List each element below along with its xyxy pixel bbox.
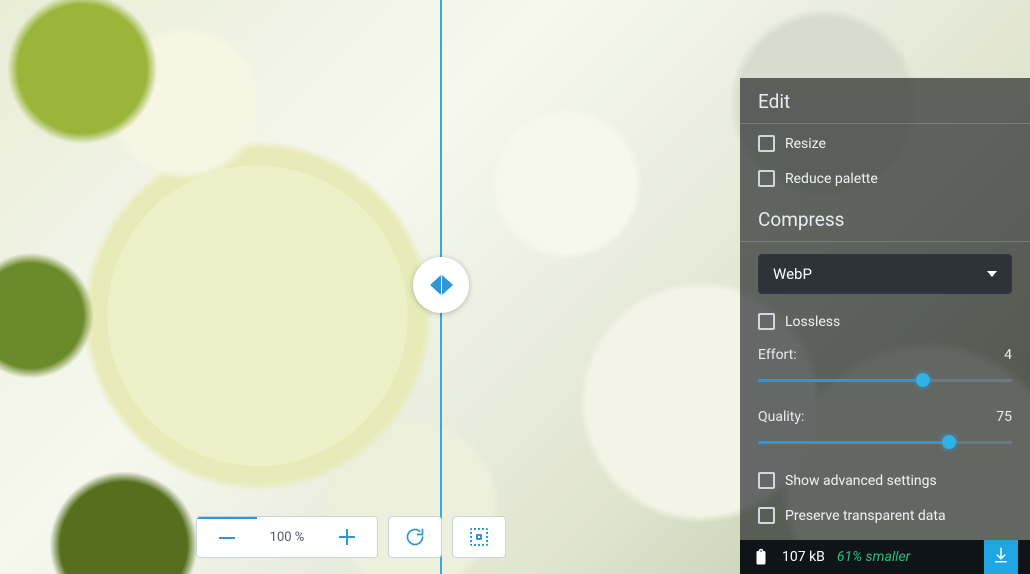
effort-value: 4 [1004, 347, 1012, 363]
clipboard-icon [752, 548, 770, 566]
arrow-right-icon [442, 275, 453, 295]
preserve-transparent-checkbox-row[interactable]: Preserve transparent data [740, 498, 1030, 533]
checkbox-icon [758, 313, 775, 330]
image-compressor-app: 100 % Edit Resize Reduce palette [0, 0, 1030, 574]
lossless-label: Lossless [785, 314, 840, 330]
resize-label: Resize [785, 136, 826, 152]
checkbox-icon [758, 472, 775, 489]
lossless-checkbox-row[interactable]: Lossless [740, 304, 1030, 339]
bottom-toolbar: 100 % [196, 516, 506, 558]
compare-handle[interactable] [413, 257, 469, 313]
status-bar: 107 kB 61% smaller [740, 540, 1030, 574]
checkbox-icon [758, 507, 775, 524]
transform-icon [470, 528, 488, 546]
reduce-palette-label: Reduce palette [785, 171, 878, 187]
zoom-out-button[interactable] [197, 517, 257, 557]
preserve-label: Preserve transparent data [785, 508, 946, 524]
download-button[interactable] [984, 540, 1018, 574]
rotate-icon [405, 527, 425, 547]
compare-divider[interactable] [440, 0, 442, 574]
advanced-label: Show advanced settings [785, 473, 937, 489]
effort-label: Effort: [758, 347, 797, 363]
checkbox-icon [758, 170, 775, 187]
rotate-button[interactable] [388, 516, 442, 558]
quality-slider[interactable] [758, 435, 1012, 449]
transform-button[interactable] [452, 516, 506, 558]
zoom-group: 100 % [196, 516, 378, 558]
format-selected-label: WebP [773, 265, 812, 283]
quality-value: 75 [996, 409, 1012, 425]
minus-icon [219, 537, 235, 539]
resize-checkbox-row[interactable]: Resize [740, 126, 1030, 161]
plus-icon [339, 529, 355, 545]
settings-panel: Edit Resize Reduce palette Compress WebP… [740, 78, 1030, 574]
compress-header: Compress [740, 196, 1030, 239]
slider-thumb[interactable] [916, 373, 930, 387]
quality-slider-row: Quality: 75 [740, 401, 1030, 463]
checkbox-icon [758, 135, 775, 152]
reduce-palette-checkbox-row[interactable]: Reduce palette [740, 161, 1030, 196]
output-size: 107 kB [782, 549, 825, 565]
slider-thumb[interactable] [942, 435, 956, 449]
arrow-left-icon [430, 275, 441, 295]
advanced-checkbox-row[interactable]: Show advanced settings [740, 463, 1030, 498]
format-select[interactable]: WebP [758, 254, 1012, 294]
quality-label: Quality: [758, 409, 804, 425]
zoom-in-button[interactable] [317, 517, 377, 557]
edit-header: Edit [740, 78, 1030, 121]
zoom-level-label: 100 % [257, 517, 317, 557]
savings-percent: 61% smaller [837, 549, 910, 565]
effort-slider[interactable] [758, 373, 1012, 387]
download-icon [992, 546, 1010, 568]
effort-slider-row: Effort: 4 [740, 339, 1030, 401]
chevron-down-icon [987, 271, 997, 277]
